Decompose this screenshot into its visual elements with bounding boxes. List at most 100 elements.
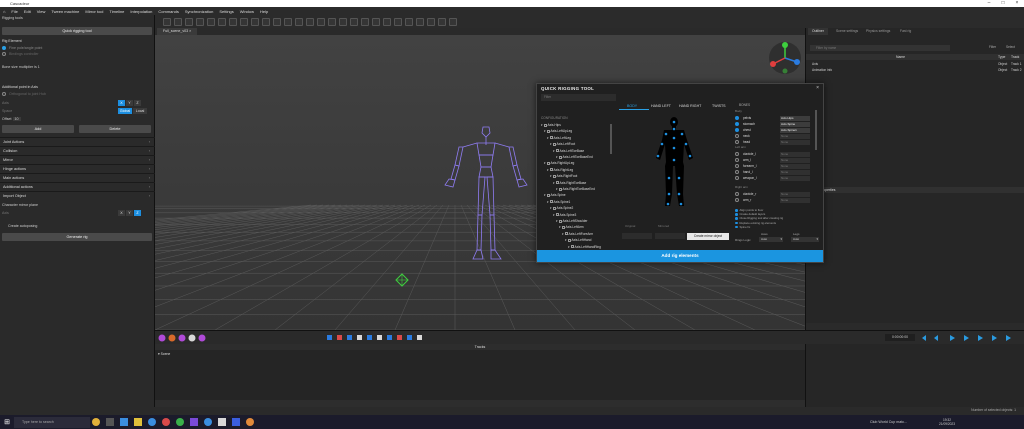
tree-node[interactable]: ▾ Axis.LeftHand <box>565 237 591 243</box>
bone-value-field[interactable]: None <box>780 134 810 139</box>
dialog-filter-input[interactable]: Filter <box>541 94 616 101</box>
physics-icon[interactable] <box>306 17 314 26</box>
generate-rig-button[interactable]: Generate rig <box>2 233 152 241</box>
fk-icon[interactable] <box>295 17 303 26</box>
section-hinge-actions[interactable]: Hinge actions › <box>0 164 155 173</box>
tree-node[interactable]: ▾ Axis.LeftFoot <box>550 141 575 147</box>
redo-icon[interactable] <box>174 17 182 26</box>
taskbar-app-icons[interactable] <box>90 415 310 429</box>
legs-select[interactable]: Auto ▾ <box>791 237 819 242</box>
tab-hand-right[interactable]: HAND RIGHT <box>679 104 701 108</box>
tree-node[interactable]: ▾ Axis.LeftArm <box>559 224 584 230</box>
create-mirror-object-button[interactable]: Create mirror object <box>687 233 729 240</box>
axis-x-button[interactable]: X <box>118 100 125 106</box>
tab-outliner[interactable]: Outliner <box>808 28 828 35</box>
checkbox-icon[interactable] <box>549 200 553 204</box>
checkbox-icon[interactable] <box>552 206 556 210</box>
section-additional-actions[interactable]: Additional actions › <box>0 182 155 191</box>
mode-option-1[interactable]: Fine pole/angle point <box>2 46 152 51</box>
time-display[interactable]: 0:00:00:00 <box>885 334 915 341</box>
mirror-axis-y-button[interactable]: Y <box>126 210 133 216</box>
ballistic-icon[interactable] <box>427 17 435 26</box>
section-import-object[interactable]: Import Object › <box>0 191 155 200</box>
playback-mode-icons[interactable] <box>157 333 217 343</box>
bone-value-field[interactable]: Axis.Spine1 <box>780 128 810 133</box>
delete-button[interactable]: Delete <box>79 125 151 133</box>
outliner-filter-input[interactable]: Filter by name <box>810 45 950 51</box>
option-checkbox[interactable]: Spine fix <box>735 225 750 229</box>
section-mirror[interactable]: Mirror › <box>0 155 155 164</box>
tree-node[interactable]: ▾ Axis.Spine2 <box>550 205 573 211</box>
lock-icon[interactable] <box>350 17 358 26</box>
render-icon[interactable] <box>372 17 380 26</box>
add-button[interactable]: Add <box>2 125 74 133</box>
tab-scene[interactable]: Full_scene_v03 × <box>157 28 198 35</box>
checkbox-icon[interactable] <box>555 213 559 217</box>
checkbox-icon[interactable] <box>558 219 562 223</box>
menu-mirror-tool[interactable]: Mirror tool <box>85 9 103 14</box>
tree-node[interactable]: ▾ Axis.RightToeBaseEnd <box>556 186 595 192</box>
key-tools-icons[interactable] <box>325 333 435 343</box>
bone-value-field[interactable]: None <box>780 164 810 169</box>
menu-help[interactable]: Help <box>260 9 268 14</box>
bone-size-value[interactable]: 1 <box>38 65 40 69</box>
mirrored-field[interactable] <box>655 233 685 239</box>
checkbox-icon[interactable] <box>552 142 556 146</box>
tree-node[interactable]: ▾ Axis.Spine <box>544 192 566 198</box>
bone-value-field[interactable]: Axis.Hips <box>780 116 810 121</box>
tree-scrollbar[interactable] <box>610 124 612 154</box>
menu-commands[interactable]: Commands <box>158 9 178 14</box>
minimize-icon[interactable]: – <box>982 0 996 7</box>
checkbox-icon[interactable] <box>555 181 559 185</box>
trajectory-icon[interactable] <box>416 17 424 26</box>
tab-physics-settings[interactable]: Physics settings <box>862 28 894 35</box>
bone-value-field[interactable]: None <box>780 158 810 163</box>
select-icon[interactable] <box>185 17 193 26</box>
bone-value-field[interactable]: None <box>780 140 810 145</box>
tree-node[interactable]: ▾ Axis.LeftUpLeg <box>544 128 572 134</box>
fulcrum-icon[interactable] <box>438 17 446 26</box>
view-gizmo[interactable] <box>767 40 803 76</box>
table-row[interactable]: Animation info Object Track 2 <box>806 68 1024 74</box>
checkbox-icon[interactable] <box>570 245 574 249</box>
original-field[interactable] <box>622 233 652 239</box>
col-name[interactable]: Name <box>896 54 905 60</box>
taskbar-notification[interactable]: Club World Cup matc... <box>870 420 932 424</box>
tree-node[interactable]: ▾ Axis.Spine1 <box>547 199 570 205</box>
menu-edit[interactable]: Edit <box>24 9 31 14</box>
tab-scene-settings[interactable]: Scene settings <box>832 28 862 35</box>
checkbox-icon[interactable] <box>552 174 556 178</box>
close-icon[interactable]: × <box>1010 0 1024 7</box>
mode-option-2[interactable]: Bindings controller <box>2 52 152 57</box>
bone-value-field[interactable]: None <box>780 170 810 175</box>
bake-icon[interactable] <box>449 17 457 26</box>
home-icon[interactable]: ⌂ <box>3 9 5 14</box>
menu-tween-machine[interactable]: Tween machine <box>51 9 79 14</box>
checkbox-icon[interactable] <box>567 238 571 242</box>
tab-fast-rig[interactable]: Fast rig <box>896 28 915 35</box>
bone-value-field[interactable]: None <box>780 198 810 203</box>
group-left-arm[interactable]: Left arm <box>735 145 746 149</box>
checkbox-icon[interactable] <box>549 168 553 172</box>
undo-icon[interactable] <box>163 17 171 26</box>
menu-synchronization[interactable]: Synchronization <box>185 9 213 14</box>
joint-icon[interactable] <box>273 17 281 26</box>
checkbox-icon[interactable] <box>546 162 550 166</box>
autopose-icon[interactable] <box>317 17 325 26</box>
checkbox-icon[interactable] <box>564 232 568 236</box>
mirror-axis-z-button[interactable]: Z <box>134 210 141 216</box>
bone-row[interactable]: weapon_l None <box>735 175 817 181</box>
tree-node[interactable]: ▾ Axis.Spine3 <box>553 212 576 218</box>
camera-icon[interactable] <box>339 17 347 26</box>
checkbox-icon[interactable] <box>561 226 565 230</box>
bone-value-field[interactable]: None <box>780 176 810 181</box>
col-track[interactable]: Track <box>1011 54 1019 60</box>
quick-rigging-tool-button[interactable]: Quick rigging tool <box>2 27 152 35</box>
global-space-icon[interactable] <box>262 17 270 26</box>
tree-node[interactable]: ▾ Axis.Hips <box>541 122 561 128</box>
snap-icon[interactable] <box>240 17 248 26</box>
menu-interpolation[interactable]: Interpolation <box>130 9 152 14</box>
pose-icon[interactable] <box>405 17 413 26</box>
checkbox-icon[interactable] <box>558 187 562 191</box>
axes-select[interactable]: Auto ▾ <box>759 237 783 242</box>
